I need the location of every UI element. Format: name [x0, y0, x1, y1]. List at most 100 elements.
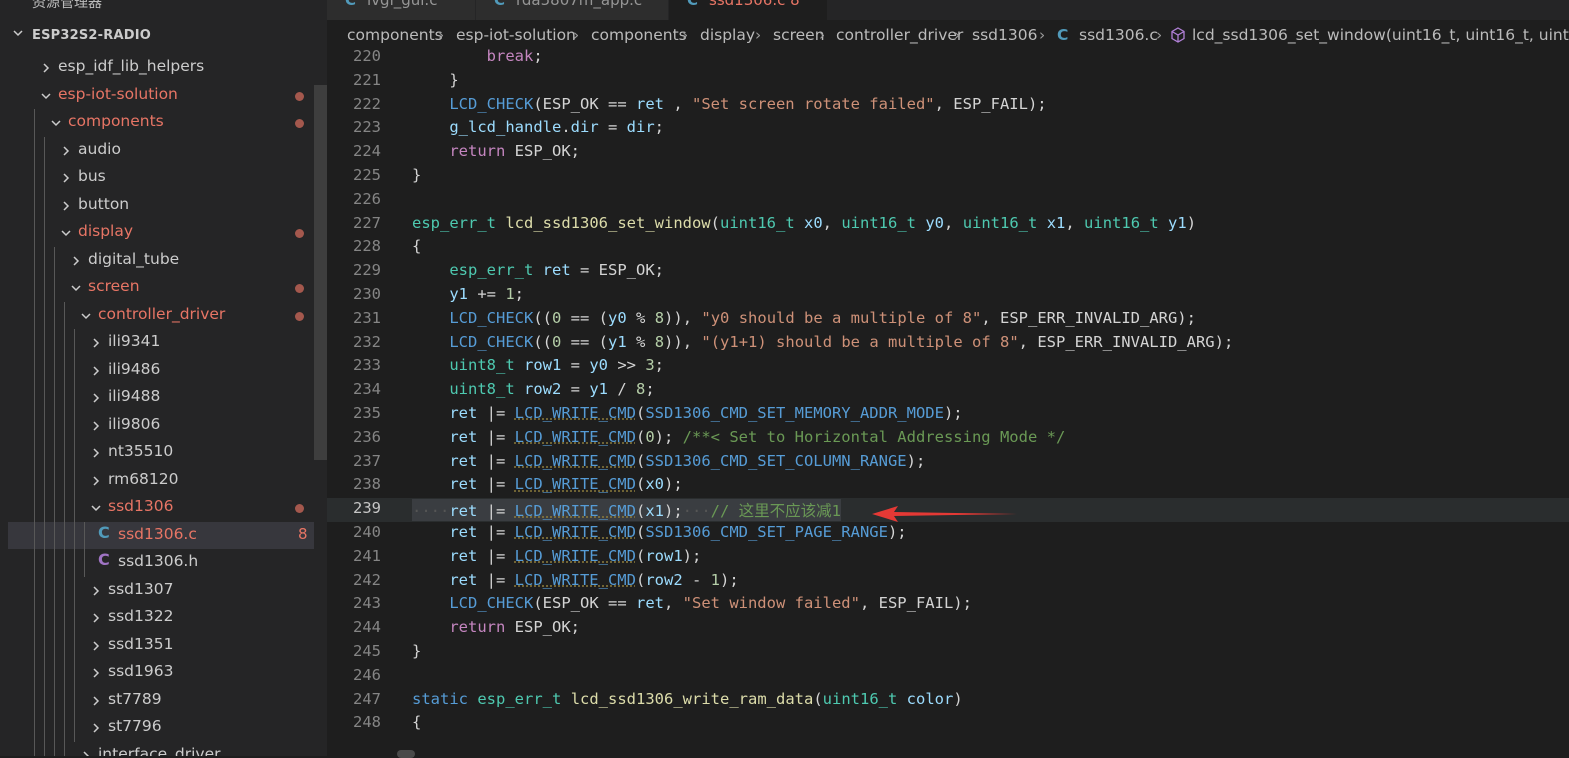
indent-guide: [34, 741, 35, 756]
tree-item[interactable]: interface_driver: [8, 741, 314, 757]
code-line[interactable]: 229 esp_err_t ret = ESP_OK;: [327, 260, 1569, 284]
code-line[interactable]: 223 g_lcd_handle.dir = dir;: [327, 117, 1569, 141]
code-line[interactable]: 225}: [327, 165, 1569, 189]
breadcrumb-item[interactable]: display: [700, 26, 755, 44]
tree-item[interactable]: Cssd1306.h: [8, 549, 314, 577]
code-line[interactable]: 242 ret |= LCD_WRITE_CMD(row2 - 1);: [327, 570, 1569, 594]
breadcrumb-item[interactable]: ssd1306.c: [1079, 26, 1158, 44]
tree-item[interactable]: ili9488: [8, 384, 314, 412]
tree-item[interactable]: st7796: [8, 714, 314, 742]
tree-item[interactable]: ili9341: [8, 329, 314, 357]
tree-item[interactable]: digital_tube: [8, 246, 314, 274]
tree-item[interactable]: esp_idf_lib_helpers: [8, 54, 314, 82]
breadcrumb-item[interactable]: controller_driver: [836, 26, 963, 44]
tree-item[interactable]: ssd1322: [8, 604, 314, 632]
code-line[interactable]: 247 static esp_err_t lcd_ssd1306_write_ra…: [327, 689, 1569, 713]
code-line[interactable]: 244 return ESP_OK;: [327, 617, 1569, 641]
breadcrumb-item[interactable]: components: [591, 26, 687, 44]
horizontal-scrollbar[interactable]: [327, 738, 1569, 758]
tree-item[interactable]: components: [8, 109, 314, 137]
code-line[interactable]: 248 {: [327, 712, 1569, 736]
breadcrumb-item[interactable]: ssd1306: [972, 26, 1037, 44]
code-line[interactable]: 235 ret |= LCD_WRITE_CMD(SSD1306_CMD_SET…: [327, 403, 1569, 427]
code-line[interactable]: 230 y1 += 1;: [327, 284, 1569, 308]
code-line[interactable]: 243 LCD_CHECK(ESP_OK == ret, "Set window…: [327, 593, 1569, 617]
code-line[interactable]: 237 ret |= LCD_WRITE_CMD(SSD1306_CMD_SET…: [327, 451, 1569, 475]
tree-item[interactable]: ssd1963: [8, 659, 314, 687]
code-line[interactable]: 224 return ESP_OK;: [327, 141, 1569, 165]
code-line[interactable]: 241 ret |= LCD_WRITE_CMD(row1);: [327, 546, 1569, 570]
tree-item[interactable]: button: [8, 191, 314, 219]
line-number: 230: [353, 285, 381, 303]
tree-item[interactable]: nt35510: [8, 439, 314, 467]
breadcrumb-item[interactable]: components: [347, 26, 443, 44]
code-line[interactable]: 232 LCD_CHECK((0 == (y1 % 8)), "(y1+1) s…: [327, 332, 1569, 356]
line-number: 245: [353, 642, 381, 660]
indent-guide: [34, 136, 35, 164]
tree-item[interactable]: bus: [8, 164, 314, 192]
tree-item[interactable]: controller_driver: [8, 301, 314, 329]
breadcrumb-item[interactable]: esp-iot-solution: [456, 26, 576, 44]
code-line[interactable]: 227 esp_err_t lcd_ssd1306_set_window(uint…: [327, 213, 1569, 237]
code-line[interactable]: 236 ret |= LCD_WRITE_CMD(0); /**< Set to…: [327, 427, 1569, 451]
tree-item[interactable]: ili9486: [8, 356, 314, 384]
breadcrumb-item[interactable]: screen: [773, 26, 825, 44]
indent-guide: [74, 466, 75, 494]
code-token: ret: [449, 404, 478, 422]
sidebar-scrollbar[interactable]: [314, 85, 327, 460]
tab-lvgl-gui[interactable]: C lvgl_gui.c: [327, 0, 476, 20]
tree-item[interactable]: ssd1307: [8, 576, 314, 604]
code-line[interactable]: 238 ret |= LCD_WRITE_CMD(x0);: [327, 474, 1569, 498]
tree-item[interactable]: esp-iot-solution: [8, 82, 314, 110]
project-header[interactable]: ESP32S2-RADIO: [0, 24, 327, 48]
chevron-right-icon: ›: [438, 26, 445, 44]
tree-item[interactable]: screen: [8, 274, 314, 302]
more-actions-icon[interactable]: ···: [288, 0, 306, 7]
code-line[interactable]: 220 break;: [327, 48, 1569, 70]
indent-guide: [34, 521, 35, 549]
code-token: LCD_WRITE_CMD: [514, 570, 636, 589]
breadcrumb-item[interactable]: lcd_ssd1306_set_window(uint16_t, uint16_…: [1192, 26, 1569, 44]
tree-item[interactable]: rm68120: [8, 466, 314, 494]
code-token: SSD1306_CMD_SET_COLUMN_RANGE: [645, 451, 907, 470]
tree-item[interactable]: display: [8, 219, 314, 247]
code-line[interactable]: 228 {: [327, 236, 1569, 260]
code-editor[interactable]: 220 break; 221 } 222 LCD_CHECK(ESP_OK == r…: [327, 48, 1569, 738]
tab-ssd1306-c[interactable]: C ssd1306.c 8: [669, 0, 828, 20]
scrollbar-thumb[interactable]: [397, 750, 415, 758]
code-line[interactable]: 246: [327, 665, 1569, 689]
tree-item[interactable]: ssd1351: [8, 631, 314, 659]
tree-item[interactable]: st7789: [8, 686, 314, 714]
tab-rda5807m-app[interactable]: C rda5807m_app.c: [476, 0, 669, 20]
code-token: (: [635, 451, 646, 470]
code-token: row1: [524, 356, 562, 375]
indent-guide: [34, 411, 35, 439]
indent-guide: [54, 631, 55, 659]
tree-item[interactable]: Cssd1306.c 8: [8, 521, 314, 549]
tree-item[interactable]: ssd1306: [8, 494, 314, 522]
code-text: esp_err_t lcd_ssd1306_set_window(uint16_…: [412, 214, 1196, 232]
code-line[interactable]: 226: [327, 189, 1569, 213]
indent-guide: [44, 191, 45, 219]
code-token: }: [412, 70, 459, 89]
code-line[interactable]: 222 LCD_CHECK(ESP_OK == ret , "Set scree…: [327, 94, 1569, 118]
close-icon[interactable]: [805, 0, 819, 2]
code-token: 8: [654, 332, 665, 351]
code-line[interactable]: 234 uint8_t row2 = y1 / 8;: [327, 379, 1569, 403]
c-file-icon: C: [1057, 26, 1069, 44]
tree-item[interactable]: audio: [8, 136, 314, 164]
code-line[interactable]: 245}: [327, 641, 1569, 665]
indent-guide: [64, 714, 65, 742]
code-token: dir: [626, 118, 655, 137]
code-line[interactable]: 233 uint8_t row1 = y0 >> 3;: [327, 355, 1569, 379]
code-line[interactable]: 231 LCD_CHECK((0 == (y0 % 8)), "y0 shoul…: [327, 308, 1569, 332]
chevron-down-icon: [61, 230, 71, 237]
tree-item-label: interface_driver: [98, 744, 221, 757]
code-token: (: [635, 523, 646, 541]
indent-guide: [74, 521, 75, 549]
tree-item[interactable]: ili9806: [8, 411, 314, 439]
code-text: }: [412, 166, 421, 184]
code-line[interactable]: 221 }: [327, 70, 1569, 94]
